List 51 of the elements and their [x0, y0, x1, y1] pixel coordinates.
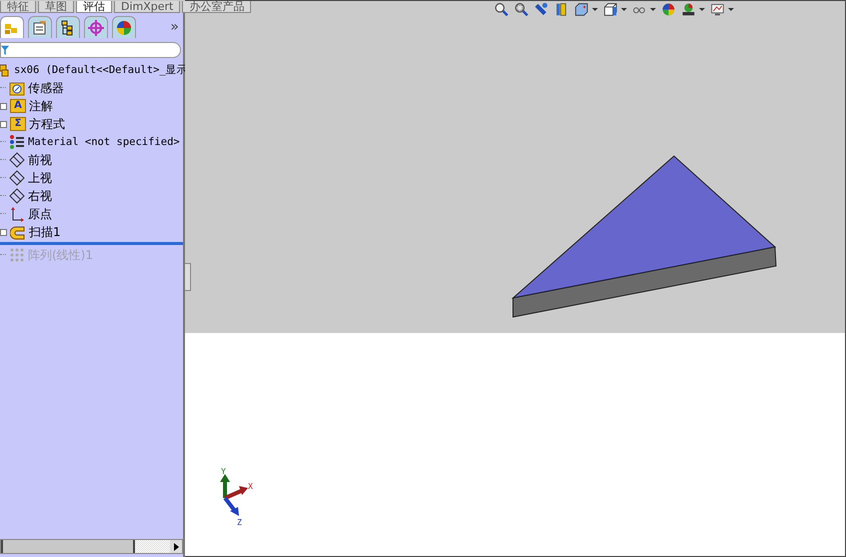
magnifier-icon[interactable] — [494, 2, 509, 16]
tree-item[interactable]: 方程式 — [29, 116, 65, 132]
scene-icon[interactable] — [681, 2, 696, 16]
tree-item[interactable]: Material <not specified> — [28, 136, 180, 148]
equation-folder-icon: Σ — [10, 117, 26, 131]
pattern-icon — [9, 247, 25, 263]
command-tab[interactable]: 草图 — [38, 1, 74, 13]
tree-item[interactable]: 传感器 — [28, 80, 64, 96]
magnifier-icon[interactable] — [514, 2, 529, 16]
monitor-icon[interactable] — [710, 2, 725, 16]
more-tabs-button[interactable]: » — [170, 19, 179, 35]
tree-item[interactable]: 原点 — [28, 206, 52, 222]
scrollbar-thumb[interactable] — [1, 540, 135, 553]
plane-icon — [9, 170, 25, 186]
sweep-feature-icon — [10, 224, 26, 240]
expand-toggle[interactable] — [0, 120, 7, 128]
panel-tab[interactable] — [112, 16, 136, 38]
command-tab[interactable]: 特征 — [0, 1, 36, 13]
sensor-folder-icon — [9, 80, 25, 96]
cube-icon[interactable] — [574, 2, 589, 16]
panel-tab[interactable] — [56, 16, 80, 38]
filter-icon — [1, 44, 9, 56]
command-tab[interactable]: 评估 — [76, 1, 112, 13]
color-ball-icon — [115, 18, 133, 36]
panel-splitter-handle[interactable] — [185, 263, 191, 291]
material-icon — [9, 134, 25, 150]
tree-item[interactable]: 右视 — [28, 188, 52, 204]
section-view-icon[interactable] — [554, 2, 569, 16]
property-sheet-icon — [31, 18, 49, 36]
plane-icon — [9, 188, 25, 204]
cube-icon[interactable] — [603, 2, 618, 16]
expand-toggle[interactable] — [0, 102, 7, 110]
tree-item[interactable]: 前视 — [28, 152, 52, 168]
plane-icon — [9, 152, 25, 168]
axis-triad-drawing: Y X Z — [215, 466, 255, 526]
command-tab[interactable]: DimXpert — [114, 1, 180, 13]
horizontal-scrollbar[interactable] — [0, 539, 183, 554]
part-icon — [0, 62, 10, 78]
color-ball-icon[interactable] — [661, 2, 676, 16]
crosshair-icon — [87, 18, 105, 36]
tree-item[interactable]: 注解 — [29, 98, 53, 114]
expand-toggle[interactable] — [0, 228, 7, 236]
command-tab[interactable]: 办公室产品 — [182, 1, 252, 13]
origin-icon — [9, 206, 25, 222]
wand-icon[interactable] — [534, 2, 549, 16]
filter-field[interactable] — [0, 42, 181, 58]
panel-tab[interactable] — [28, 16, 52, 38]
scroll-right-arrow-icon[interactable] — [174, 542, 178, 550]
annotation-folder-icon: A — [10, 99, 26, 113]
tree-item[interactable]: 扫描1 — [29, 224, 61, 240]
tree-item[interactable]: 上视 — [28, 170, 52, 186]
